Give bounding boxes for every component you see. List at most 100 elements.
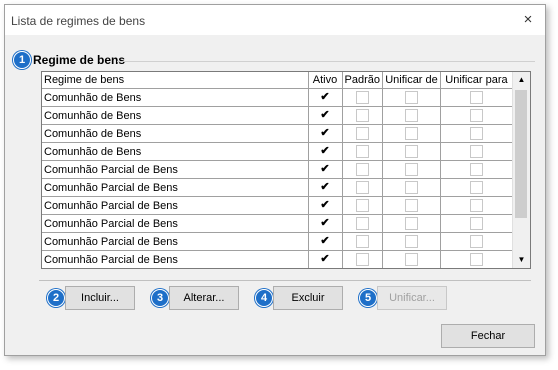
close-icon[interactable]: × [519,11,537,29]
table-row[interactable]: Comunhão Parcial de Bens ✔ [42,196,513,215]
unificar-para-cell [440,124,513,143]
vertical-scrollbar[interactable]: ▲ ▼ [512,72,530,268]
unificar-de-checkbox[interactable] [404,109,418,122]
padrao-checkbox[interactable] [355,163,369,176]
unificar-para-checkbox[interactable] [469,253,483,266]
unificar-de-cell [382,124,441,143]
scroll-down-icon[interactable]: ▼ [513,252,530,268]
padrao-checkbox[interactable] [355,235,369,248]
column-header-unificar-de[interactable]: Unificar de [382,72,441,89]
column-header-regime[interactable]: Regime de bens [42,72,309,89]
padrao-checkbox[interactable] [355,127,369,140]
unificar-para-checkbox[interactable] [469,91,483,104]
ativo-checkbox[interactable]: ✔ [318,217,332,230]
ativo-cell: ✔ [308,232,343,251]
table-row[interactable]: Comunhão Parcial de Bens ✔ [42,160,513,179]
regime-name-cell: Comunhão de Bens [42,142,309,161]
ativo-cell: ✔ [308,124,343,143]
padrao-cell [342,106,383,125]
ativo-cell: ✔ [308,178,343,197]
table-row[interactable]: Comunhão de Bens ✔ [42,88,513,107]
unificar-de-checkbox[interactable] [404,217,418,230]
padrao-checkbox[interactable] [355,217,369,230]
regime-name-cell: Comunhão de Bens [42,88,309,107]
ativo-cell: ✔ [308,250,343,268]
ativo-checkbox[interactable]: ✔ [318,109,332,122]
unificar-para-checkbox[interactable] [469,145,483,158]
unificar-para-checkbox[interactable] [469,109,483,122]
table-row[interactable]: Comunhão de Bens ✔ [42,124,513,143]
ativo-checkbox[interactable]: ✔ [318,181,332,194]
ativo-checkbox[interactable]: ✔ [318,127,332,140]
unificar-de-cell [382,250,441,268]
table-row[interactable]: Comunhão Parcial de Bens ✔ [42,178,513,197]
unificar-para-cell [440,250,513,268]
table-row[interactable]: Comunhão de Bens ✔ [42,142,513,161]
ativo-cell: ✔ [308,196,343,215]
fechar-button[interactable]: Fechar [441,324,535,348]
ativo-cell: ✔ [308,88,343,107]
regimes-grid: Regime de bens Ativo Padrão Unificar de … [42,72,513,268]
incluir-button[interactable]: Incluir... [65,286,135,310]
regime-name-cell: Comunhão Parcial de Bens [42,178,309,197]
unificar-para-cell [440,142,513,161]
unificar-de-checkbox[interactable] [404,181,418,194]
unificar-de-checkbox[interactable] [404,145,418,158]
dialog-window: Lista de regimes de bens × 1 Regime de b… [4,4,546,356]
ativo-checkbox[interactable]: ✔ [318,199,332,212]
unificar-de-checkbox[interactable] [404,163,418,176]
regimes-table[interactable]: Regime de bens Ativo Padrão Unificar de … [41,71,531,269]
regime-name-cell: Comunhão Parcial de Bens [42,196,309,215]
group-inner-divider [39,280,531,281]
callout-badge-3: 3 [151,289,169,307]
regime-name-cell: Comunhão Parcial de Bens [42,214,309,233]
unificar-para-cell [440,232,513,251]
column-header-padrao[interactable]: Padrão [342,72,383,89]
unificar-para-checkbox[interactable] [469,163,483,176]
table-row[interactable]: Comunhão de Bens ✔ [42,106,513,125]
callout-badge-1: 1 [13,51,31,69]
unificar-de-cell [382,88,441,107]
window-title: Lista de regimes de bens [11,14,146,28]
regime-name-cell: Comunhão de Bens [42,106,309,125]
padrao-checkbox[interactable] [355,181,369,194]
ativo-checkbox[interactable]: ✔ [318,145,332,158]
scroll-thumb[interactable] [515,90,527,218]
unificar-para-checkbox[interactable] [469,235,483,248]
unificar-de-checkbox[interactable] [404,199,418,212]
padrao-cell [342,196,383,215]
column-header-ativo[interactable]: Ativo [308,72,343,89]
padrao-cell [342,124,383,143]
padrao-cell [342,250,383,268]
ativo-checkbox[interactable]: ✔ [318,253,332,266]
unificar-de-checkbox[interactable] [404,127,418,140]
unificar-para-checkbox[interactable] [469,217,483,230]
column-header-unificar-para[interactable]: Unificar para [440,72,513,89]
padrao-checkbox[interactable] [355,145,369,158]
table-row[interactable]: Comunhão Parcial de Bens ✔ [42,232,513,251]
padrao-checkbox[interactable] [355,199,369,212]
table-row[interactable]: Comunhão Parcial de Bens ✔ [42,214,513,233]
table-row[interactable]: Comunhão Parcial de Bens ✔ [42,250,513,268]
unificar-para-cell [440,106,513,125]
padrao-cell [342,142,383,161]
alterar-button[interactable]: Alterar... [169,286,239,310]
ativo-checkbox[interactable]: ✔ [318,235,332,248]
padrao-checkbox[interactable] [355,91,369,104]
padrao-checkbox[interactable] [355,253,369,266]
excluir-button[interactable]: Excluir [273,286,343,310]
unificar-de-checkbox[interactable] [404,253,418,266]
unificar-para-cell [440,160,513,179]
ativo-cell: ✔ [308,106,343,125]
unificar-para-checkbox[interactable] [469,127,483,140]
unificar-para-checkbox[interactable] [469,181,483,194]
padrao-checkbox[interactable] [355,109,369,122]
title-bar: Lista de regimes de bens × [5,5,545,35]
ativo-checkbox[interactable]: ✔ [318,91,332,104]
unificar-de-checkbox[interactable] [404,91,418,104]
padrao-cell [342,160,383,179]
unificar-para-checkbox[interactable] [469,199,483,212]
unificar-de-checkbox[interactable] [404,235,418,248]
scroll-up-icon[interactable]: ▲ [513,72,530,88]
ativo-checkbox[interactable]: ✔ [318,163,332,176]
